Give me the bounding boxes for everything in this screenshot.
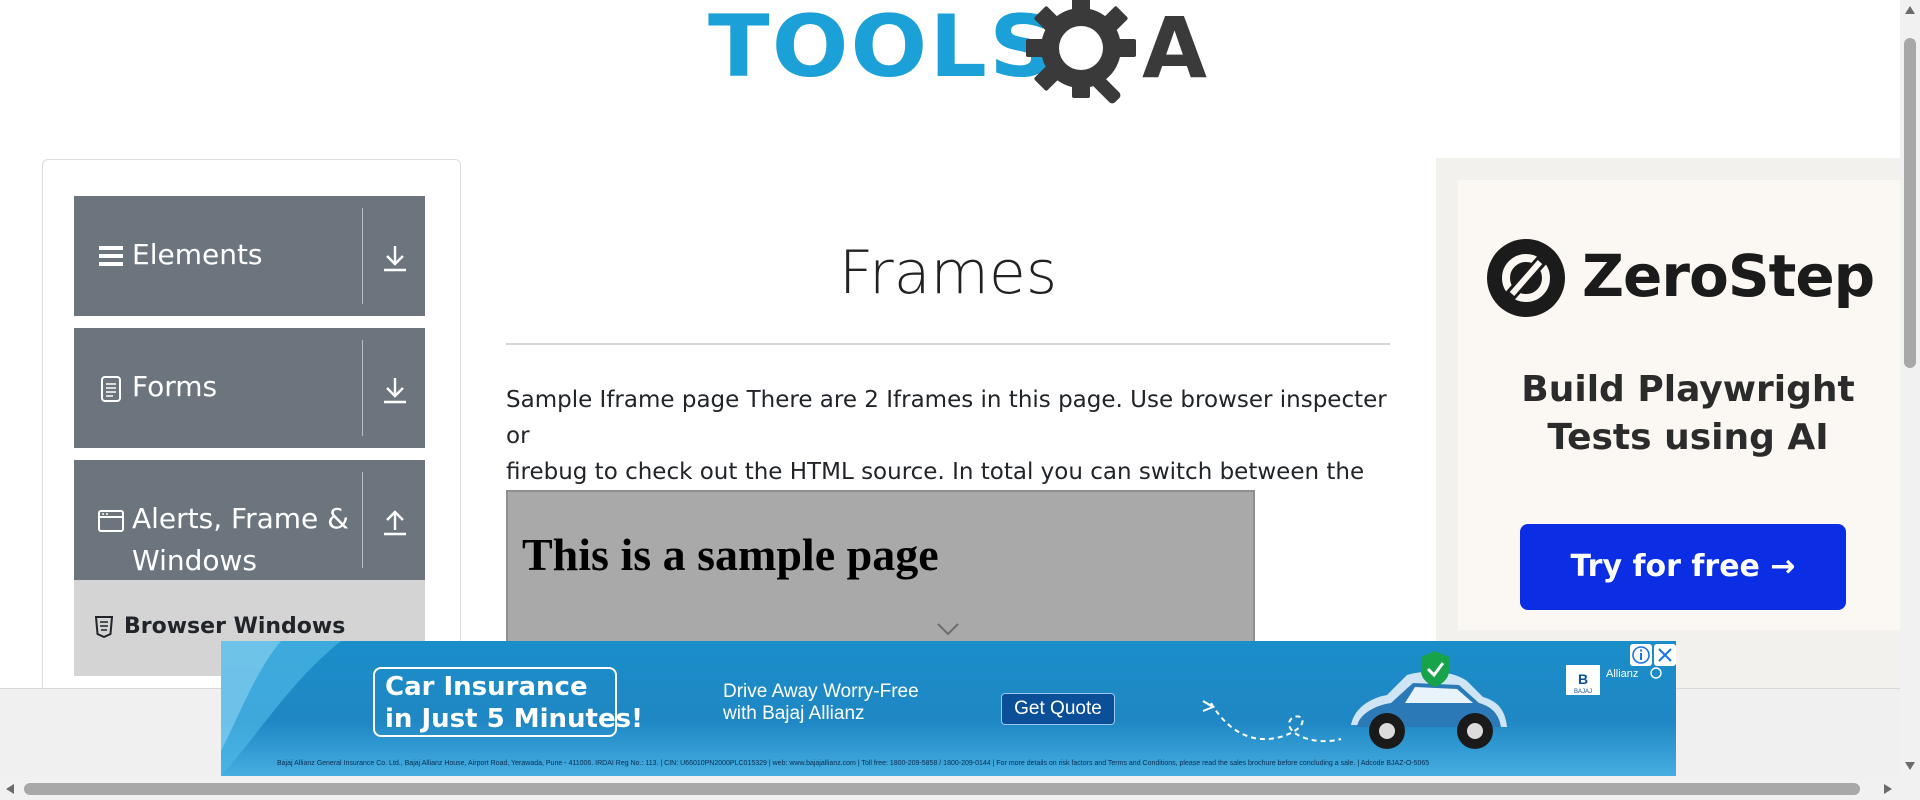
list-icon [99, 246, 123, 266]
ad-tagline: Build Playwright Tests using AI [1458, 366, 1918, 462]
accordion-forms[interactable]: Forms [74, 328, 425, 448]
svg-text:B: B [1578, 671, 1588, 687]
iframe-heading: This is a sample page [522, 529, 939, 580]
document-icon [101, 376, 121, 402]
divider [362, 340, 363, 436]
accordion-elements[interactable]: Elements [74, 196, 425, 316]
horizontal-scroll-thumb[interactable] [24, 783, 1860, 795]
logo-letter-a: A [1142, 0, 1208, 97]
ad-tagline-line: Build Playwright [1521, 369, 1855, 410]
scrollbar-corner [1900, 778, 1920, 800]
ad-brand-name: ZeroStep [1582, 242, 1875, 310]
banner-headline-line: in Just 5 Minutes! [385, 704, 643, 734]
intro-line: Sample Iframe page There are 2 Iframes i… [506, 387, 1387, 449]
chevron-down-icon [937, 623, 959, 636]
vertical-scroll-thumb[interactable] [1904, 38, 1916, 368]
logo-text: TOOLS [708, 0, 1057, 97]
right-ad-card: ZeroStep Build Playwright Tests using AI… [1458, 180, 1918, 630]
ad-info-icon[interactable] [1630, 644, 1652, 666]
scroll-up-arrow-icon[interactable] [1905, 6, 1915, 14]
banner-fine-print: Bajaj Allianz General Insurance Co. Ltd.… [277, 760, 1430, 767]
bajaj-allianz-logo: B BAJAJ Allianz [1566, 665, 1662, 695]
sidebar-item-label: Browser Windows [124, 614, 346, 639]
scroll-left-arrow-icon[interactable] [6, 784, 14, 794]
vertical-scrollbar[interactable] [1900, 0, 1920, 778]
get-quote-button[interactable]: Get Quote [1001, 693, 1115, 725]
accordion-label-line1: Alerts, Frame & [132, 502, 350, 535]
accordion-label-line2: Windows [132, 544, 257, 577]
svg-text:Allianz: Allianz [1606, 668, 1638, 680]
download-arrow-icon[interactable] [379, 374, 411, 406]
svg-text:BAJAJ: BAJAJ [1574, 689, 1592, 695]
accordion-alerts-frame-windows[interactable]: Alerts, Frame & Windows [74, 460, 425, 580]
download-arrow-icon[interactable] [379, 242, 411, 274]
title-divider [506, 343, 1390, 345]
gear-icon [1026, 0, 1136, 104]
upload-arrow-icon[interactable] [379, 506, 411, 538]
divider [362, 208, 363, 304]
scroll-down-arrow-icon[interactable] [1905, 762, 1915, 770]
page-title: Frames [838, 238, 1058, 308]
ad-close-icon[interactable] [1654, 644, 1676, 666]
ad-tagline-line: Tests using AI [1547, 417, 1829, 458]
car-illustration-icon [1202, 651, 1507, 749]
html5-icon [94, 616, 114, 638]
banner-subtext-line: with Bajaj Allianz [723, 703, 865, 724]
banner-headline: Car Insurance in Just 5 Minutes! [385, 671, 643, 735]
accordion-label: Elements [132, 238, 263, 271]
right-ad[interactable]: ZeroStep Build Playwright Tests using AI… [1436, 158, 1920, 718]
accordion-label: Forms [132, 370, 218, 403]
banner-subtext: Drive Away Worry-Free with Bajaj Allianz [723, 681, 919, 725]
window-icon [98, 510, 124, 532]
site-logo[interactable]: TOOLS A [708, 0, 1207, 108]
horizontal-scrollbar[interactable] [0, 778, 1900, 800]
banner-headline-line: Car Insurance [385, 672, 588, 702]
zerostep-logo-icon [1487, 239, 1565, 317]
swoosh-graphic [221, 641, 341, 776]
banner-subtext-line: Drive Away Worry-Free [723, 681, 919, 702]
divider [362, 472, 363, 568]
scroll-right-arrow-icon[interactable] [1884, 784, 1892, 794]
banner-ad[interactable]: Car Insurance in Just 5 Minutes! Drive A… [221, 641, 1676, 776]
try-for-free-button[interactable]: Try for free → [1520, 524, 1846, 610]
